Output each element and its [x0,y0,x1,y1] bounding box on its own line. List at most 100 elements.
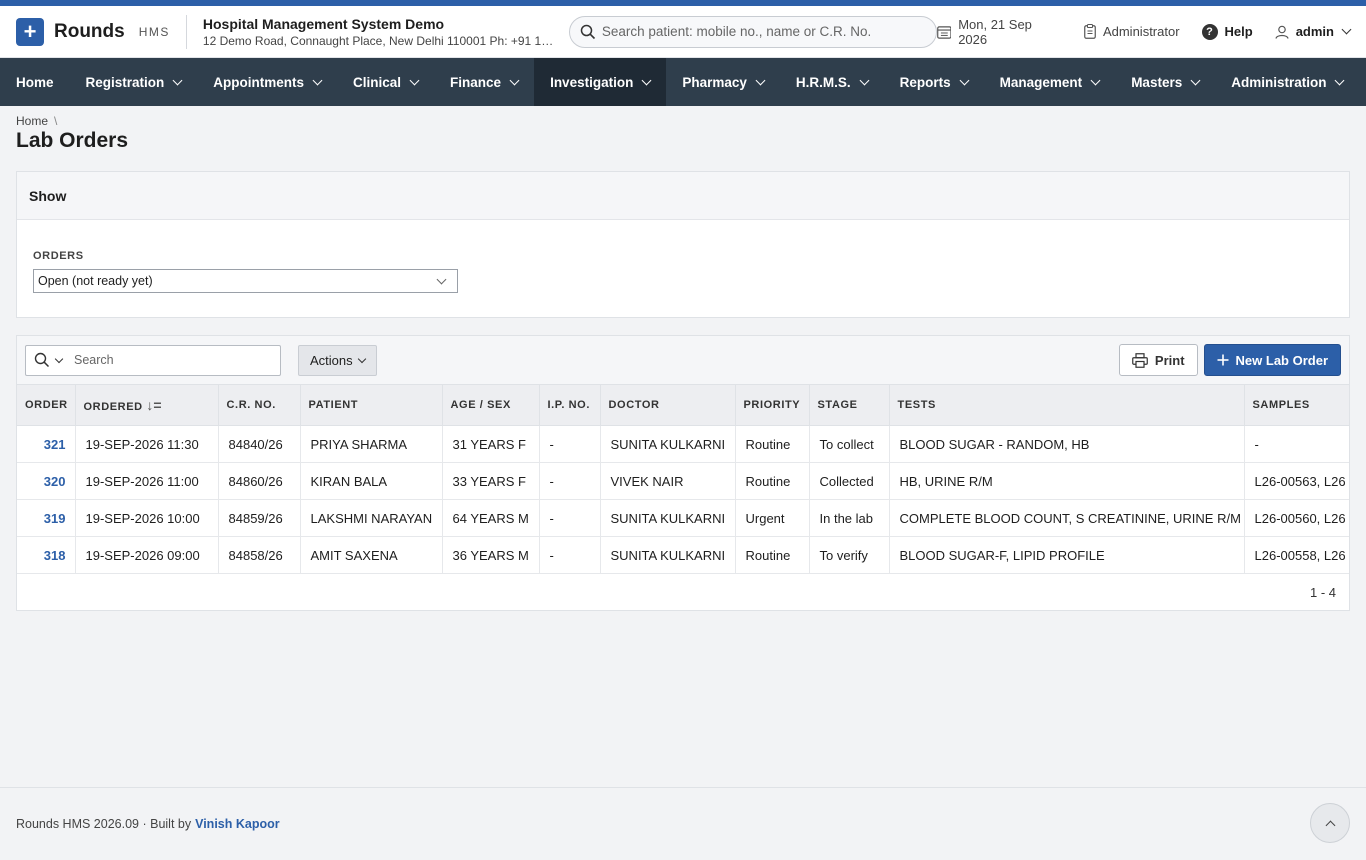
table-cell: L26-00563, L26 [1244,462,1349,500]
table-row[interactable]: 321 19-SEP-2026 11:30 84840/26 PRIYA SHA… [17,425,1349,463]
table-header-row: ORDER ORDERED ↓= C.R. NO. PATIENT AGE / … [17,384,1349,426]
nav-registration[interactable]: Registration [70,58,198,106]
clipboard-icon [1084,24,1096,39]
column-header[interactable]: ORDER [17,384,76,426]
chevron-down-icon [1335,75,1345,85]
table-cell: BLOOD SUGAR - RANDOM, HB [889,425,1245,463]
chevron-down-icon [1341,24,1352,35]
lab-orders-table: ORDER ORDERED ↓= C.R. NO. PATIENT AGE / … [17,384,1349,574]
table-cell: COMPLETE BLOOD COUNT, S CREATININE, URIN… [889,499,1245,537]
organization-name: Hospital Management System Demo [202,15,445,32]
table-cell: BLOOD SUGAR-F, LIPID PROFILE [889,536,1245,574]
column-header[interactable]: C.R. NO. [218,384,301,426]
chevron-down-icon [509,75,520,85]
table-cell: L26-00558, L26 [1244,536,1349,574]
patient-search-input[interactable] [601,24,922,39]
print-button[interactable]: Print [1118,344,1198,376]
app-logo[interactable]: + Rounds HMS [16,17,170,46]
chevron-down-icon [641,75,652,85]
table-cell: LAKSHMI NARAYAN [300,499,443,537]
nav-reports[interactable]: Reports [884,58,984,106]
nav-finance[interactable]: Finance [434,58,534,106]
table-row[interactable]: 319 19-SEP-2026 10:00 84859/26 LAKSHMI N… [17,499,1349,537]
order-number-cell[interactable]: 318 [17,536,76,574]
user-icon [1275,25,1289,39]
column-header[interactable]: AGE / SEX [442,384,540,426]
organization-info: Hospital Management System Demo 12 Demo … [185,14,559,49]
orders-filter-select[interactable]: Open (not ready yet) [33,269,458,293]
nav-clinical[interactable]: Clinical [337,58,434,106]
table-row[interactable]: 318 19-SEP-2026 09:00 84858/26 AMIT SAXE… [17,536,1349,574]
breadcrumb-separator: \ [54,114,58,128]
table-cell: SUNITA KULKARNI [600,425,736,463]
table-cell: 19-SEP-2026 09:00 [75,536,219,574]
order-link[interactable]: 320 [44,474,66,489]
new-lab-order-label: New Lab Order [1235,352,1328,368]
order-number-cell[interactable]: 319 [17,499,76,537]
page-footer: Rounds HMS 2026.09 · Built by Vinish Kap… [0,787,1366,860]
chevron-down-icon [859,75,870,85]
column-header[interactable]: I.P. NO. [539,384,601,426]
lab-orders-grid: Actions Print New Lab Order ORDER ORDERE… [16,335,1350,611]
nav-label: Appointments [213,74,305,90]
order-number-cell[interactable]: 321 [17,425,76,463]
column-header[interactable]: TESTS [889,384,1245,426]
nav-label: Reports [899,74,951,90]
table-cell: Collected [809,462,890,500]
user-menu[interactable]: admin [1275,24,1352,39]
breadcrumb: Home \ [0,106,1366,128]
orders-filter-value: Open (not ready yet) [38,274,153,288]
orders-filter-label: ORDERS [33,250,84,262]
table-cell: L26-00560, L26 [1244,499,1349,537]
order-link[interactable]: 319 [44,511,66,526]
nav-hrms[interactable]: H.R.M.S. [780,58,884,106]
column-header[interactable]: PRIORITY [735,384,810,426]
filter-panel: Show ORDERS Open (not ready yet) [16,171,1350,318]
order-link[interactable]: 318 [44,548,66,563]
nav-pharmacy[interactable]: Pharmacy [666,58,780,106]
column-header[interactable]: PATIENT [300,384,443,426]
sort-descending-icon[interactable]: ↓= [146,397,161,413]
patient-search[interactable] [568,15,937,48]
table-cell: AMIT SAXENA [300,536,443,574]
table-cell: 19-SEP-2026 11:00 [75,462,219,500]
column-header-ordered[interactable]: ORDERED ↓= [75,384,219,426]
calendar-icon [936,25,952,39]
breadcrumb-home[interactable]: Home [16,114,48,128]
chevron-down-icon [1090,75,1101,85]
footer-author-link[interactable]: Vinish Kapoor [195,817,280,831]
chevron-down-icon[interactable] [54,354,64,363]
table-row[interactable]: 320 19-SEP-2026 11:00 84860/26 KIRAN BAL… [17,462,1349,500]
table-cell: 33 YEARS F [442,462,540,500]
chevron-down-icon [312,75,323,85]
table-cell: 36 YEARS M [442,536,540,574]
table-cell: Routine [735,536,810,574]
search-icon[interactable] [34,352,50,368]
nav-appointments[interactable]: Appointments [197,58,337,106]
table-cell: - [539,425,601,463]
help-link[interactable]: ? Help [1201,23,1253,40]
order-number-cell[interactable]: 320 [17,462,76,500]
table-cell: To verify [809,536,890,574]
scroll-to-top-button[interactable] [1310,803,1350,843]
grid-search[interactable] [25,344,281,376]
organization-address: 12 Demo Road, Connaught Place, New Delhi… [202,33,559,48]
role-display[interactable]: Administrator [1084,24,1180,39]
nav-administration[interactable]: Administration [1215,58,1359,106]
grid-search-input[interactable] [74,353,254,367]
nav-label: Clinical [353,74,402,90]
print-label: Print [1154,352,1185,368]
actions-button[interactable]: Actions [298,344,377,376]
new-lab-order-button[interactable]: New Lab Order [1203,344,1341,376]
search-icon [580,24,595,39]
nav-masters[interactable]: Masters [1115,58,1215,106]
column-header[interactable]: STAGE [809,384,890,426]
order-link[interactable]: 321 [44,437,66,452]
nav-home[interactable]: Home [0,58,70,106]
chevron-down-icon [959,75,970,85]
chevron-down-icon [409,75,420,85]
column-header[interactable]: DOCTOR [600,384,736,426]
nav-management[interactable]: Management [984,58,1116,106]
nav-investigation[interactable]: Investigation [534,58,667,106]
column-header[interactable]: SAMPLES [1244,384,1349,426]
